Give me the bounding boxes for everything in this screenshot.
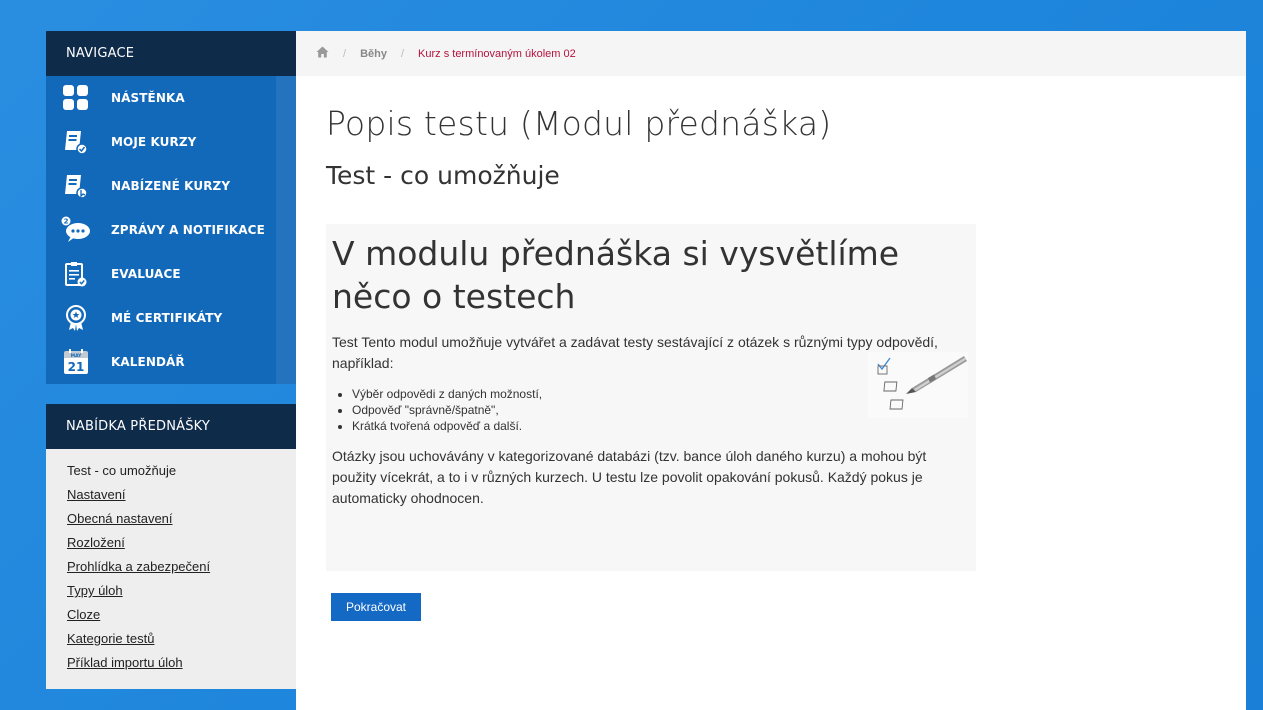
nav-item-label: MOJE KURZY [111, 135, 197, 149]
lecture-menu-item-current: Test - co umožňuje [67, 463, 177, 478]
sidebar: NAVIGACE NÁSTĚNKA MOJE KURZY NABÍZENÉ KU… [46, 31, 296, 689]
book-check-icon [61, 127, 91, 157]
calendar-month: MAY [71, 353, 83, 359]
nav-item-offered-courses[interactable]: NABÍZENÉ KURZY [46, 164, 296, 208]
nav-item-label: NABÍZENÉ KURZY [111, 179, 231, 193]
lecture-menu-item[interactable]: Příklad importu úloh [67, 651, 275, 675]
nav-item-certificates[interactable]: MÉ CERTIFIKÁTY [46, 296, 296, 340]
lecture-menu-item[interactable]: Rozložení [67, 531, 275, 555]
lesson-content: V modulu přednáška si vysvětlíme něco o … [326, 224, 976, 571]
lesson-heading: V modulu přednáška si vysvětlíme něco o … [332, 234, 900, 316]
nav-item-label: EVALUACE [111, 267, 181, 281]
breadcrumb-separator: / [400, 47, 405, 60]
nav-item-my-courses[interactable]: MOJE KURZY [46, 120, 296, 164]
dashboard-grid-icon [61, 83, 91, 113]
navigation-header: NAVIGACE [46, 31, 296, 76]
lesson-paragraph: Otázky jsou uchovávány v kategorizované … [332, 448, 927, 506]
home-icon[interactable] [316, 46, 329, 61]
page-subtitle: Test - co umožňuje [326, 161, 560, 190]
checklist-pen-illustration [868, 352, 968, 418]
nav-item-label: MÉ CERTIFIKÁTY [111, 311, 223, 325]
nav-item-label: NÁSTĚNKA [111, 91, 185, 105]
book-cursor-icon [61, 171, 91, 201]
lecture-menu-item[interactable]: Cloze [67, 603, 275, 627]
nav-item-evaluation[interactable]: EVALUACE [46, 252, 296, 296]
page-title: Popis testu (Modul přednáška) [326, 104, 832, 143]
lecture-menu-item[interactable]: Kategorie testů [67, 627, 275, 651]
calendar-day: 21 [68, 360, 85, 374]
nav-item-label: KALENDÁŘ [111, 355, 185, 369]
breadcrumb-link-runs[interactable]: Běhy [360, 48, 387, 60]
nav-item-dashboard[interactable]: NÁSTĚNKA [46, 76, 296, 120]
continue-button[interactable]: Pokračovat [331, 593, 421, 621]
clipboard-check-icon [61, 259, 91, 289]
breadcrumb-current-course[interactable]: Kurz s termínovaným úkolem 02 [418, 48, 576, 60]
calendar-icon: MAY 21 [61, 347, 91, 377]
lecture-menu-item[interactable]: Obecná nastavení [67, 507, 275, 531]
lecture-menu-block: NABÍDKA PŘEDNÁŠKY Test - co umožňuje Nas… [46, 404, 296, 689]
lecture-menu-list: Test - co umožňuje Nastavení Obecná nast… [46, 449, 296, 689]
nav-item-messages[interactable]: 2 ZPRÁVY A NOTIFIKACE [46, 208, 296, 252]
award-icon [61, 303, 91, 333]
list-item: Krátká tvořená odpověď a další. [352, 418, 970, 434]
breadcrumb-separator: / [343, 47, 347, 60]
lecture-menu-header: NABÍDKA PŘEDNÁŠKY [46, 404, 296, 449]
lecture-menu-item[interactable]: Typy úloh [67, 579, 275, 603]
chat-bubble-icon: 2 [61, 215, 91, 245]
nav-item-calendar[interactable]: MAY 21 KALENDÁŘ [46, 340, 296, 384]
message-count-badge: 2 [64, 218, 69, 226]
lecture-menu-item[interactable]: Prohlídka a zabezpečení [67, 555, 275, 579]
nav-item-label: ZPRÁVY A NOTIFIKACE [111, 223, 265, 237]
lecture-menu-item[interactable]: Nastavení [67, 483, 275, 507]
main-content: / Běhy / Kurz s termínovaným úkolem 02 P… [296, 31, 1246, 710]
breadcrumb: / Běhy / Kurz s termínovaným úkolem 02 [296, 31, 1246, 76]
navigation-list: NÁSTĚNKA MOJE KURZY NABÍZENÉ KURZY 2 ZPR… [46, 76, 296, 384]
